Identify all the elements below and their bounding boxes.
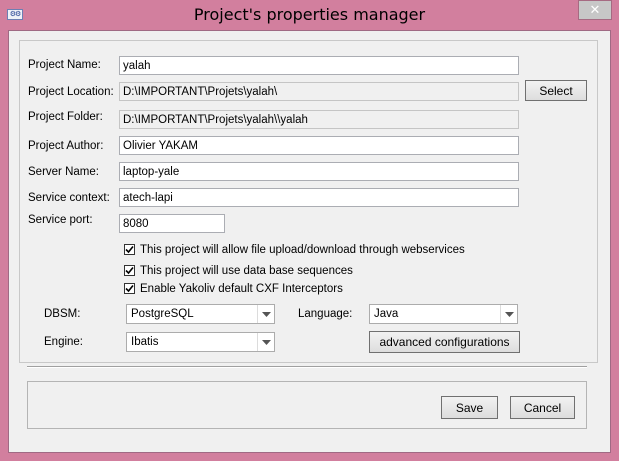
service-context-input[interactable] [119, 188, 519, 207]
service-context-label: Service context: [28, 192, 110, 204]
select-button[interactable]: Select [525, 80, 587, 101]
engine-value: Ibatis [131, 336, 159, 348]
window-title: Project's properties manager [193, 5, 426, 24]
project-name-label: Project Name: [28, 59, 101, 71]
project-author-input[interactable] [119, 136, 519, 155]
language-label: Language: [298, 308, 353, 320]
actions-panel [27, 381, 587, 429]
upload-download-checkbox-row[interactable]: This project will allow file upload/down… [124, 244, 465, 258]
cxf-interceptors-checkbox-row[interactable]: Enable Yakoliv default CXF Interceptors [124, 283, 343, 297]
upload-download-checkbox[interactable] [124, 244, 135, 255]
db-sequences-checkbox[interactable] [124, 265, 135, 276]
project-author-label: Project Author: [28, 140, 104, 152]
chevron-down-icon[interactable] [257, 333, 274, 351]
project-location-field[interactable] [119, 82, 519, 101]
engine-label: Engine: [44, 336, 84, 348]
chevron-down-icon[interactable] [500, 305, 517, 323]
dbsm-label: DBSM: [44, 308, 81, 320]
server-name-label: Server Name: [28, 166, 99, 178]
engine-select[interactable]: Ibatis [126, 332, 275, 352]
project-name-input[interactable] [119, 56, 519, 75]
cxf-interceptors-checkbox[interactable] [124, 283, 135, 294]
dialog-window: Project's properties manager ✕ Project N… [0, 0, 619, 461]
upload-download-label: This project will allow file upload/down… [140, 244, 465, 256]
project-folder-field[interactable] [119, 110, 519, 129]
db-sequences-label: This project will use data base sequence… [140, 265, 353, 277]
server-name-input[interactable] [119, 162, 519, 181]
separator [27, 366, 587, 368]
db-sequences-checkbox-row[interactable]: This project will use data base sequence… [124, 265, 353, 279]
close-button[interactable]: ✕ [578, 0, 612, 20]
chevron-down-icon[interactable] [257, 305, 274, 323]
cxf-interceptors-label: Enable Yakoliv default CXF Interceptors [140, 283, 343, 295]
advanced-configurations-button[interactable]: advanced configurations [369, 331, 520, 353]
language-select[interactable]: Java [369, 304, 518, 324]
cancel-button[interactable]: Cancel [510, 396, 575, 419]
title-bar[interactable]: Project's properties manager ✕ [0, 0, 619, 30]
project-folder-label: Project Folder: [28, 111, 103, 123]
service-port-label: Service port: [28, 214, 93, 226]
service-port-input[interactable] [119, 214, 225, 233]
dbsm-value: PostgreSQL [131, 308, 194, 320]
dbsm-select[interactable]: PostgreSQL [126, 304, 275, 324]
language-value: Java [374, 308, 399, 320]
save-button[interactable]: Save [441, 396, 498, 419]
project-location-label: Project Location: [28, 86, 114, 98]
